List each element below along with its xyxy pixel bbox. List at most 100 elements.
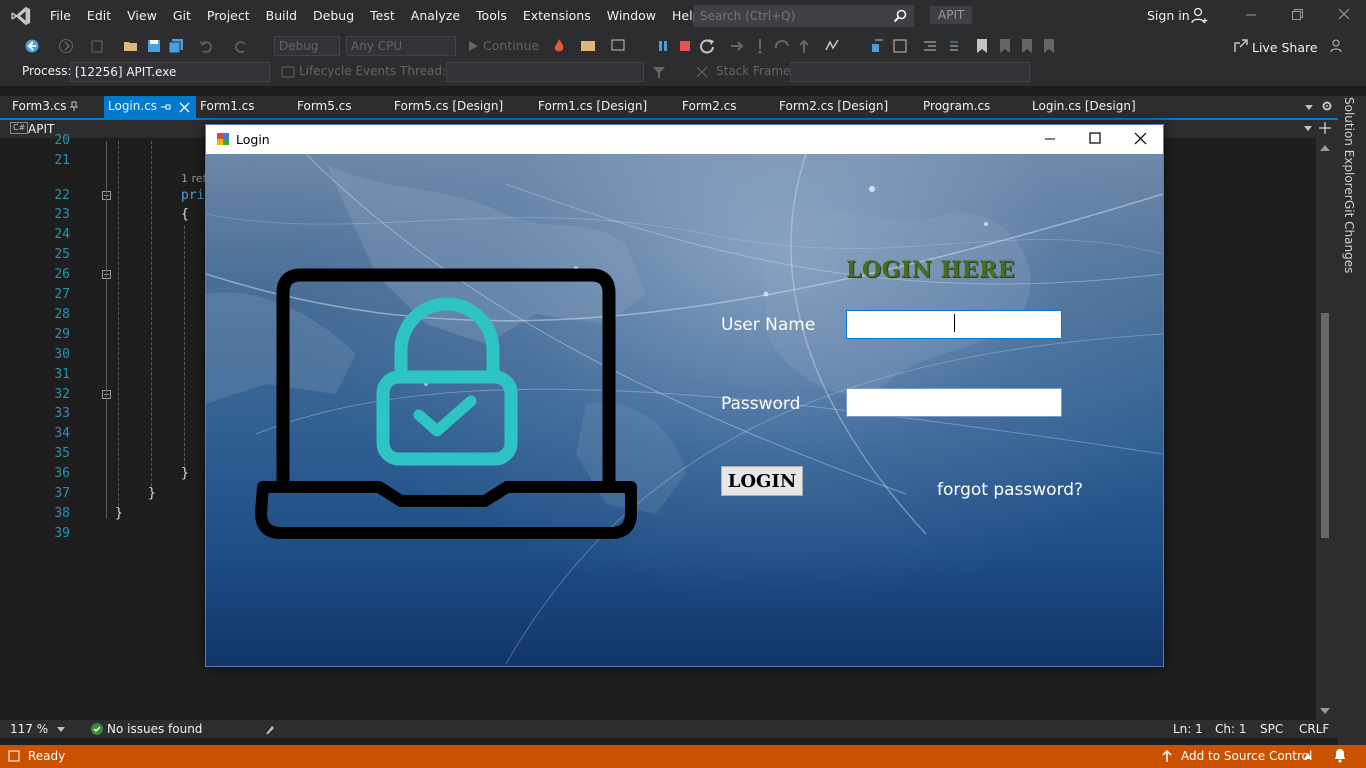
line-ending-indicator[interactable]: CRLF [1299,722,1329,736]
live-share-icon[interactable] [1233,38,1249,54]
tab-login-cs[interactable]: Login.cs [108,99,157,113]
step-over-icon[interactable] [774,38,790,54]
chevron-up-icon[interactable] [1304,753,1312,759]
comment-icon[interactable] [892,38,908,54]
lifecycle-events-button[interactable]: Lifecycle Events [299,64,396,78]
menu-git[interactable]: Git [165,0,199,32]
tab-form5-design[interactable]: Form5.cs [Design] [394,99,503,113]
login-window-titlebar[interactable]: Login [206,125,1163,154]
restart-icon[interactable] [699,38,715,54]
indent-icon[interactable] [944,38,960,54]
column-indicator[interactable]: Ch: 1 [1215,722,1246,736]
tab-form5-cs[interactable]: Form5.cs [297,99,352,113]
menu-view[interactable]: View [119,0,165,32]
close-icon[interactable] [1134,132,1147,145]
save-all-icon[interactable] [168,38,184,54]
menu-tools[interactable]: Tools [468,0,515,32]
forward-icon[interactable] [58,38,74,54]
menu-build[interactable]: Build [258,0,305,32]
flag-threads-icon[interactable] [695,65,709,79]
zoom-level-select[interactable]: 117 % [10,722,48,736]
visual-studio-logo-icon[interactable] [0,0,42,32]
menu-test[interactable]: Test [362,0,403,32]
menu-file[interactable]: File [42,0,79,32]
process-select[interactable]: [12256] APIT.exe [70,62,270,82]
clear-bookmarks-icon[interactable] [1041,38,1057,54]
sign-in-link[interactable]: Sign in [1147,8,1190,23]
tab-form2-cs[interactable]: Form2.cs [682,99,737,113]
thread-select[interactable] [446,62,644,82]
undo-icon[interactable] [198,38,214,54]
search-box[interactable] [694,5,914,27]
cleanup-brush-icon[interactable] [264,723,278,735]
minimize-icon[interactable] [1244,7,1258,21]
line-indicator[interactable]: Ln: 1 [1173,722,1203,736]
back-icon[interactable] [24,38,40,54]
password-input[interactable] [846,388,1062,417]
tab-program-cs[interactable]: Program.cs [923,99,990,113]
save-icon[interactable] [146,38,162,54]
scroll-up-icon[interactable] [1320,145,1330,151]
settings-gear-icon[interactable] [1321,100,1333,112]
tab-form1-cs[interactable]: Form1.cs [200,99,255,113]
split-window-icon[interactable] [1318,121,1332,135]
login-button[interactable]: LOGIN [721,466,803,496]
arrow-up-icon[interactable] [1162,750,1172,762]
whitespace-indicator[interactable]: SPC [1260,722,1283,736]
search-input[interactable] [700,9,890,23]
chevron-down-icon[interactable] [1304,126,1312,132]
git-changes-tab[interactable]: Git Changes [1342,200,1356,273]
menu-project[interactable]: Project [199,0,258,32]
lifecycle-events-icon[interactable] [281,65,295,79]
platform-select[interactable]: Any CPU [346,36,456,56]
continue-play-icon[interactable] [465,38,481,54]
tab-login-design[interactable]: Login.cs [Design] [1032,99,1136,113]
pin-icon[interactable] [161,102,171,112]
minimize-icon[interactable] [1044,133,1056,145]
redo-icon[interactable] [233,38,249,54]
solution-config-select[interactable]: Debug [274,36,340,56]
bookmark-icon[interactable] [974,38,990,54]
menu-debug[interactable]: Debug [305,0,362,32]
output-window-icon[interactable] [8,750,20,762]
pin-icon[interactable] [69,101,79,111]
step-out-icon[interactable] [796,38,812,54]
menu-extensions[interactable]: Extensions [515,0,599,32]
notification-bell-icon[interactable] [1333,748,1347,763]
next-bookmark-icon[interactable] [1019,38,1035,54]
tab-form3-cs[interactable]: Form3.cs [12,99,67,113]
close-tab-icon[interactable] [179,102,190,113]
issues-status[interactable]: No issues found [107,722,202,736]
browse-icon[interactable] [580,38,596,54]
restore-icon[interactable] [1290,7,1304,21]
scrollbar-thumb[interactable] [1321,313,1329,538]
new-project-icon[interactable] [90,38,106,54]
menu-window[interactable]: Window [599,0,664,32]
show-next-statement-icon[interactable] [729,38,745,54]
menu-edit[interactable]: Edit [79,0,119,32]
maximize-icon[interactable] [1089,132,1101,144]
menu-analyze[interactable]: Analyze [403,0,468,32]
user-add-icon[interactable] [1191,7,1209,25]
tab-form2-design[interactable]: Form2.cs [Design] [779,99,888,113]
scroll-down-icon[interactable] [1320,708,1330,714]
diagnostic-tools-icon[interactable] [824,38,840,54]
forgot-password-link[interactable]: forgot password? [937,480,1083,500]
pause-icon[interactable] [655,38,671,54]
stop-icon[interactable] [677,38,693,54]
screenshot-icon[interactable] [611,38,627,54]
feedback-icon[interactable] [1330,38,1346,54]
filter-icon[interactable] [652,65,666,79]
solution-explorer-tab[interactable]: Solution Explorer [1342,97,1356,200]
chevron-down-icon[interactable] [57,727,65,732]
toggle-breakpoint-icon[interactable] [870,38,886,54]
continue-button[interactable]: Continue [483,38,539,53]
prev-bookmark-icon[interactable] [997,38,1013,54]
open-folder-icon[interactable] [123,38,139,54]
outdent-icon[interactable] [922,38,938,54]
step-into-icon[interactable] [752,38,768,54]
search-icon[interactable] [893,9,907,23]
tab-overflow-dropdown-icon[interactable] [1304,103,1314,111]
live-share-button[interactable]: Live Share [1252,40,1318,55]
add-to-source-control[interactable]: Add to Source Control [1181,749,1312,763]
